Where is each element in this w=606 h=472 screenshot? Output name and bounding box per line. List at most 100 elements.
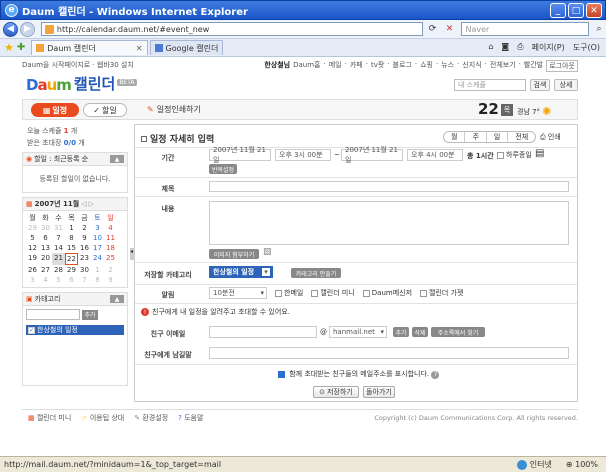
tab-todo[interactable]: ✓ 할일: [83, 103, 127, 117]
calendar-day[interactable]: 11: [104, 233, 117, 243]
show-addresses-checkbox[interactable]: [278, 370, 285, 378]
print-schedule-link[interactable]: ✎ 일정인쇄하기: [147, 104, 201, 115]
category-item[interactable]: ✓ 한상철의 일정: [26, 325, 124, 335]
end-time-select[interactable]: 오후 4시 00분: [407, 149, 463, 161]
category-add-button[interactable]: 추가: [82, 309, 98, 320]
alarm-messenger-checkbox[interactable]: [362, 289, 370, 297]
invitations-summary[interactable]: 받은 초대장 0/0 개: [27, 138, 128, 148]
calendar-day[interactable]: 1: [91, 265, 104, 275]
footer-tips[interactable]: ☞ 이용팁 상대: [81, 413, 124, 423]
link-cafe[interactable]: 카페: [350, 60, 363, 72]
alarm-mini-option[interactable]: 캘린더 미니: [311, 288, 355, 298]
forward-button[interactable]: ▶: [19, 21, 35, 37]
calendar-day[interactable]: 10: [91, 233, 104, 243]
internet-zone[interactable]: 인터넷: [516, 459, 552, 470]
link-all[interactable]: 전체보기: [490, 60, 516, 72]
print-icon[interactable]: ⎙: [517, 42, 523, 53]
tools-menu[interactable]: 도구(O): [573, 42, 600, 53]
view-all[interactable]: 전체: [508, 132, 535, 142]
calendar-day[interactable]: 15: [65, 243, 78, 253]
alarm-messenger-option[interactable]: Daum메신저: [362, 288, 412, 298]
calendar-day[interactable]: 28: [52, 265, 65, 275]
calendar-day[interactable]: 26: [26, 265, 39, 275]
print-link[interactable]: ⎙ 인쇄: [540, 132, 561, 142]
link-tvpot[interactable]: tv팟: [371, 60, 384, 72]
minimize-button[interactable]: _: [550, 3, 566, 18]
calendar-day[interactable]: 1: [65, 223, 78, 233]
footer-settings[interactable]: ✎ 환경설정: [134, 413, 168, 423]
todo-toggle-button[interactable]: ▲: [110, 155, 124, 163]
alarm-select[interactable]: 10분전 ▾: [209, 287, 267, 299]
alarm-gadget-option[interactable]: 캘린더 가젯: [420, 288, 463, 298]
calendar-day[interactable]: 14: [52, 243, 65, 253]
calendar-day[interactable]: 8: [91, 275, 104, 285]
tab-close-icon[interactable]: ✕: [136, 44, 143, 53]
calendar-day[interactable]: 27: [39, 265, 52, 275]
start-time-select[interactable]: 오후 3시 00분: [275, 149, 331, 161]
save-button[interactable]: ⊙ 저장하기: [313, 386, 359, 398]
close-button[interactable]: ✕: [586, 3, 602, 18]
refresh-icon[interactable]: ⟳: [426, 22, 440, 36]
calendar-day[interactable]: 13: [39, 243, 52, 253]
calendar-day[interactable]: 30: [39, 223, 52, 233]
search-icon[interactable]: ⌕: [592, 22, 606, 36]
category-toggle-button[interactable]: ▲: [110, 295, 124, 303]
start-page-link[interactable]: Daum을 시작페이지로 · 웹바30 설치: [22, 60, 134, 72]
address-book-button[interactable]: 주소록에서 찾기: [431, 327, 485, 337]
calendar-day[interactable]: 29: [26, 223, 39, 233]
home-icon[interactable]: ⌂: [488, 42, 493, 53]
calendar-day[interactable]: 3: [91, 223, 104, 233]
link-red-foot[interactable]: 빨간발: [524, 60, 543, 72]
calendar-day[interactable]: 19: [26, 253, 39, 265]
view-week[interactable]: 주: [465, 132, 487, 142]
calendar-day[interactable]: 16: [78, 243, 91, 253]
calendar-day[interactable]: 7: [52, 233, 65, 243]
search-button[interactable]: 검색: [530, 79, 550, 91]
browser-search-input[interactable]: Naver: [461, 22, 590, 36]
today-schedule-summary[interactable]: 오늘 스케쥴 1 개: [27, 126, 128, 136]
link-news[interactable]: 뉴스: [441, 60, 454, 72]
link-mail[interactable]: 메일: [329, 60, 342, 72]
footer-calendar-mini[interactable]: ▦ 캘린더 미니: [28, 413, 71, 423]
link-blog[interactable]: 블로그: [393, 60, 412, 72]
calendar-day[interactable]: 12: [26, 243, 39, 253]
view-month[interactable]: 월: [444, 132, 466, 142]
category-name-input[interactable]: [26, 309, 80, 320]
stop-icon[interactable]: ✕: [443, 22, 457, 36]
image-icon[interactable]: ▨: [263, 247, 272, 257]
page-menu[interactable]: 페이지(P): [532, 42, 565, 53]
make-category-button[interactable]: 카테고리 만들기: [291, 268, 341, 278]
calendar-day[interactable]: 24: [91, 253, 104, 265]
link-daum-home[interactable]: Daum홈: [293, 60, 320, 72]
alarm-hanmail-option[interactable]: 한메일: [275, 288, 303, 298]
alarm-mini-checkbox[interactable]: [311, 289, 319, 297]
category-select[interactable]: 한상철의 일정 ▾: [209, 266, 273, 278]
add-favorite-icon[interactable]: ✚: [17, 42, 25, 53]
repeat-setting-button[interactable]: 반복설정: [209, 164, 237, 174]
back-button[interactable]: ◀: [3, 21, 18, 37]
end-date-field[interactable]: 2007년 11월 21일: [341, 146, 403, 164]
friend-message-input[interactable]: [209, 347, 569, 359]
calendar-day[interactable]: 6: [39, 233, 52, 243]
calendar-day[interactable]: 21: [52, 253, 65, 265]
link-shopping[interactable]: 쇼핑: [420, 60, 433, 72]
calendar-day[interactable]: 7: [78, 275, 91, 285]
favorites-star-icon[interactable]: ★: [4, 41, 14, 54]
back-button-form[interactable]: 돌아가기: [363, 386, 395, 398]
tab-schedule[interactable]: ▦ 일정: [31, 103, 79, 117]
alarm-gadget-checkbox[interactable]: [420, 289, 428, 297]
calendar-day[interactable]: 31: [52, 223, 65, 233]
subject-input[interactable]: [209, 181, 569, 192]
tab-daum-calendar[interactable]: Daum 캘린더 ✕: [31, 40, 148, 55]
calendar-day[interactable]: 22: [65, 253, 78, 265]
calendar-day[interactable]: 29: [65, 265, 78, 275]
category-checkbox[interactable]: ✓: [28, 326, 35, 334]
calendar-day[interactable]: 4: [39, 275, 52, 285]
calendar-day[interactable]: 23: [78, 253, 91, 265]
calendar-day[interactable]: 3: [26, 275, 39, 285]
footer-help[interactable]: ? 도움말: [178, 413, 203, 423]
calendar-day[interactable]: 5: [52, 275, 65, 285]
email-domain-select[interactable]: hanmail.net ▾: [329, 326, 387, 338]
feeds-icon[interactable]: ◙: [501, 42, 509, 53]
calendar-day[interactable]: 2: [78, 223, 91, 233]
